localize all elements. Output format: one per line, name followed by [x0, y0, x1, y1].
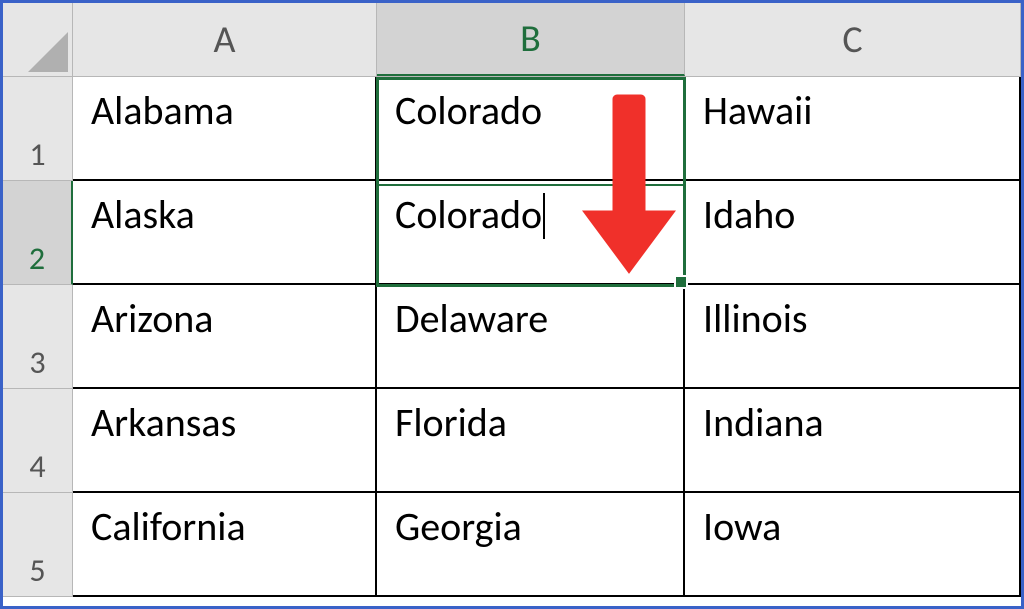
- cell-A3[interactable]: Arizona: [73, 285, 377, 389]
- row-header-2[interactable]: 2: [3, 181, 73, 285]
- cell-A2[interactable]: Alaska: [73, 181, 377, 285]
- column-header-A[interactable]: A: [73, 3, 377, 76]
- column-header-row: A B C: [3, 3, 1021, 77]
- cell-A4[interactable]: Arkansas: [73, 389, 377, 493]
- select-all-triangle-icon: [28, 32, 68, 72]
- cell-B3[interactable]: Delaware: [377, 285, 685, 389]
- row-header-3[interactable]: 3: [3, 285, 73, 389]
- column-header-B[interactable]: B: [377, 3, 685, 76]
- cell-B1[interactable]: Colorado: [377, 77, 685, 181]
- cell-B2[interactable]: Colorado: [377, 181, 685, 285]
- grid-body: 1 Alabama Colorado Hawaii 2 Alaska Color…: [3, 77, 1021, 597]
- row-3: 3 Arizona Delaware Illinois: [3, 285, 1021, 389]
- row-5: 5 California Georgia Iowa: [3, 493, 1021, 597]
- select-all-corner[interactable]: [3, 3, 73, 76]
- row-header-1[interactable]: 1: [3, 77, 73, 181]
- cell-C3[interactable]: Illinois: [685, 285, 1021, 389]
- cell-A1[interactable]: Alabama: [73, 77, 377, 181]
- row-1: 1 Alabama Colorado Hawaii: [3, 77, 1021, 181]
- cell-C1[interactable]: Hawaii: [685, 77, 1021, 181]
- cell-C5[interactable]: Iowa: [685, 493, 1021, 597]
- cell-A5[interactable]: California: [73, 493, 377, 597]
- cell-C2[interactable]: Idaho: [685, 181, 1021, 285]
- spreadsheet: A B C 1 Alabama Colorado Hawaii 2 Alaska…: [3, 3, 1021, 606]
- cell-C4[interactable]: Indiana: [685, 389, 1021, 493]
- row-4: 4 Arkansas Florida Indiana: [3, 389, 1021, 493]
- cell-B5[interactable]: Georgia: [377, 493, 685, 597]
- cell-B4[interactable]: Florida: [377, 389, 685, 493]
- row-header-5[interactable]: 5: [3, 493, 73, 597]
- row-header-4[interactable]: 4: [3, 389, 73, 493]
- column-header-C[interactable]: C: [685, 3, 1021, 76]
- row-2: 2 Alaska Colorado Idaho: [3, 181, 1021, 285]
